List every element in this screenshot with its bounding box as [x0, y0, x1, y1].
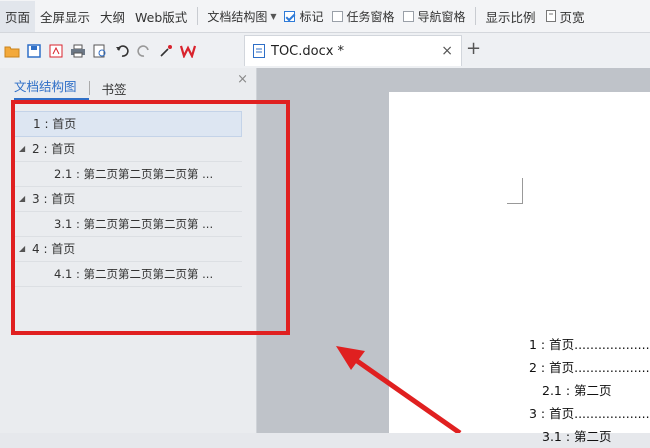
margin-corner-mark — [507, 178, 523, 204]
page-width-label: 页宽 — [559, 9, 585, 25]
undo-icon[interactable] — [112, 41, 132, 61]
document-tab-title: TOC.docx * — [271, 43, 345, 59]
print-icon[interactable] — [68, 41, 88, 61]
toc-entry[interactable]: 2 : 首页.............................. — [529, 356, 650, 379]
taskpane-checkbox-label: 任务窗格 — [346, 9, 395, 24]
view-fullscreen-button[interactable]: 全屏显示 — [35, 7, 95, 26]
redo-icon[interactable] — [134, 41, 154, 61]
menubar-divider — [197, 7, 199, 25]
navpane-checkbox-label: 导航窗格 — [417, 9, 466, 24]
tab-document-map[interactable]: 文档结构图 — [14, 76, 89, 100]
close-pane-icon[interactable]: × — [237, 72, 248, 87]
page-width-button[interactable]: 页宽 — [541, 7, 590, 26]
toc-entry[interactable]: 3 : 首页.............................. — [529, 402, 650, 425]
format-painter-icon[interactable] — [156, 41, 176, 61]
markup-checkbox[interactable]: 标记 — [280, 8, 327, 25]
quick-access-toolbar: TOC.docx * × + — [0, 33, 650, 68]
menubar-divider — [474, 7, 476, 25]
zoom-button[interactable]: 显示比例 — [481, 7, 541, 26]
red-highlight-box — [11, 100, 290, 335]
table-of-contents: 1 : 首页..............................2 : … — [529, 333, 650, 448]
navpane-checkbox[interactable]: 导航窗格 — [399, 8, 470, 25]
tab-divider — [88, 81, 90, 95]
docmap-dropdown[interactable]: 文档结构图 ▼ — [203, 8, 280, 25]
markup-checkbox-label: 标记 — [299, 9, 324, 24]
document-icon — [253, 44, 265, 58]
docmap-dropdown-label: 文档结构图 — [207, 9, 268, 24]
export-pdf-icon[interactable] — [46, 41, 66, 61]
toc-entry[interactable]: 2.1 : 第二页 — [529, 379, 650, 402]
view-web-button[interactable]: Web版式 — [130, 7, 192, 26]
toc-entry[interactable]: 3.1 : 第二页 — [529, 425, 650, 448]
print-preview-icon[interactable] — [90, 41, 110, 61]
chevron-down-icon: ▼ — [270, 11, 277, 21]
view-menubar: 页面 全屏显示 大纲 Web版式 文档结构图 ▼ 标记 任务窗格 导航窗格 显示… — [0, 0, 650, 33]
page-icon — [545, 9, 556, 22]
checkbox-empty-icon — [331, 10, 343, 22]
document-tab[interactable]: TOC.docx * × — [244, 35, 462, 66]
taskpane-checkbox[interactable]: 任务窗格 — [328, 8, 399, 25]
close-tab-icon[interactable]: × — [441, 43, 453, 59]
toc-entry[interactable]: 1 : 首页.............................. — [529, 333, 650, 356]
wps-logo-icon — [178, 41, 198, 61]
view-outline-button[interactable]: 大纲 — [95, 7, 130, 26]
view-page-button[interactable]: 页面 — [0, 0, 36, 32]
checkbox-checked-icon — [284, 10, 296, 22]
open-folder-icon[interactable] — [2, 41, 22, 61]
checkbox-empty-icon — [402, 10, 414, 22]
new-tab-icon[interactable]: + — [466, 38, 481, 59]
red-arrow-annotation — [336, 346, 462, 433]
tab-bookmarks[interactable]: 书签 — [102, 79, 139, 98]
save-icon[interactable] — [24, 41, 44, 61]
